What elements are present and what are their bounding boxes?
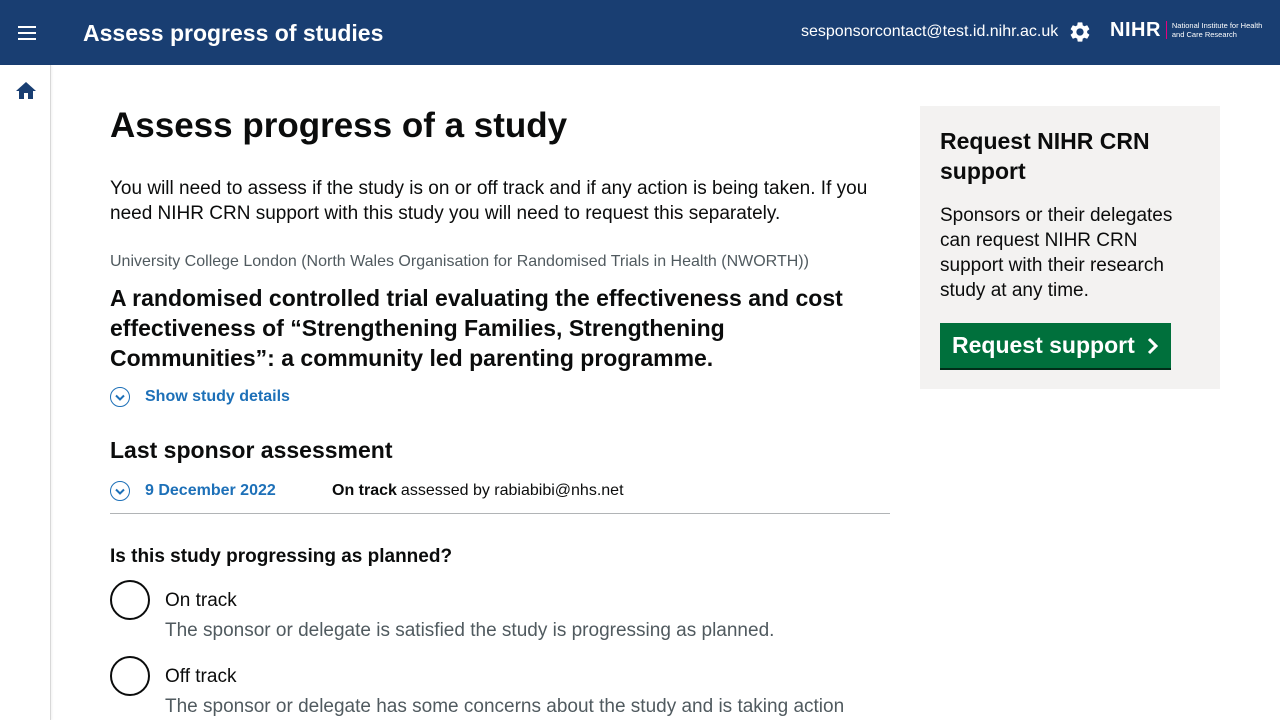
home-button[interactable] xyxy=(14,79,38,103)
gear-icon xyxy=(1070,22,1090,42)
home-icon xyxy=(16,82,36,99)
top-header: Assess progress of studies sesponsorcont… xyxy=(0,0,1280,65)
support-panel-text: Sponsors or their delegates can request … xyxy=(940,205,1173,301)
organisation-name: University College London (North Wales O… xyxy=(110,253,809,270)
assessment-by: assessed by rabiabibi@nhs.net xyxy=(400,482,624,499)
chevron-down-icon xyxy=(110,481,130,501)
last-assessment-toggle[interactable]: 9 December 2022 On track assessed by rab… xyxy=(110,479,890,503)
radio-on-track-input[interactable] xyxy=(110,580,150,620)
assessment-date[interactable]: 9 December 2022 xyxy=(145,482,332,500)
radio-on-track[interactable]: On track The sponsor or delegate is sati… xyxy=(110,579,890,643)
radio-on-track-label[interactable]: On track xyxy=(165,579,890,613)
show-study-details-link[interactable]: Show study details xyxy=(145,387,290,407)
menu-button[interactable] xyxy=(10,16,44,50)
user-email: sesponsorcontact@test.id.nihr.ac.uk xyxy=(801,23,1059,40)
request-support-button[interactable]: Request support xyxy=(940,323,1171,368)
menu-icon xyxy=(18,26,36,40)
progress-question: Is this study progressing as planned? xyxy=(110,546,453,567)
page-title: Assess progress of a study xyxy=(110,106,568,145)
study-title: A randomised controlled trial evaluating… xyxy=(110,285,843,371)
radio-on-track-hint: The sponsor or delegate is satisfied the… xyxy=(165,620,775,641)
nihr-logo: NIHR National Institute for Health and C… xyxy=(1110,19,1272,41)
main-content: Assess progress of a study You will need… xyxy=(110,106,890,720)
section-divider xyxy=(110,513,890,514)
logo-mark: NIHR xyxy=(1110,19,1161,41)
radio-off-track-input[interactable] xyxy=(110,656,150,696)
radio-off-track-label[interactable]: Off track xyxy=(165,655,890,689)
support-panel: Request NIHR CRN support Sponsors or the… xyxy=(920,106,1220,389)
settings-button[interactable] xyxy=(1068,20,1092,44)
logo-separator xyxy=(1165,21,1167,39)
chevron-right-icon xyxy=(1147,337,1159,355)
chevron-down-icon xyxy=(110,387,130,407)
request-support-label: Request support xyxy=(952,332,1135,358)
last-assessment-heading: Last sponsor assessment xyxy=(110,437,393,463)
sidebar xyxy=(0,65,51,720)
radio-off-track-hint: The sponsor or delegate has some concern… xyxy=(165,696,845,717)
show-study-details-toggle[interactable]: Show study details xyxy=(110,385,890,409)
radio-off-track[interactable]: Off track The sponsor or delegate has so… xyxy=(110,655,890,720)
intro-text: You will need to assess if the study is … xyxy=(110,178,868,224)
support-panel-title: Request NIHR CRN support xyxy=(940,128,1150,184)
assessment-status: On track xyxy=(332,482,397,499)
app-title: Assess progress of studies xyxy=(83,20,384,46)
logo-text: National Institute for Health and Care R… xyxy=(1171,21,1263,39)
